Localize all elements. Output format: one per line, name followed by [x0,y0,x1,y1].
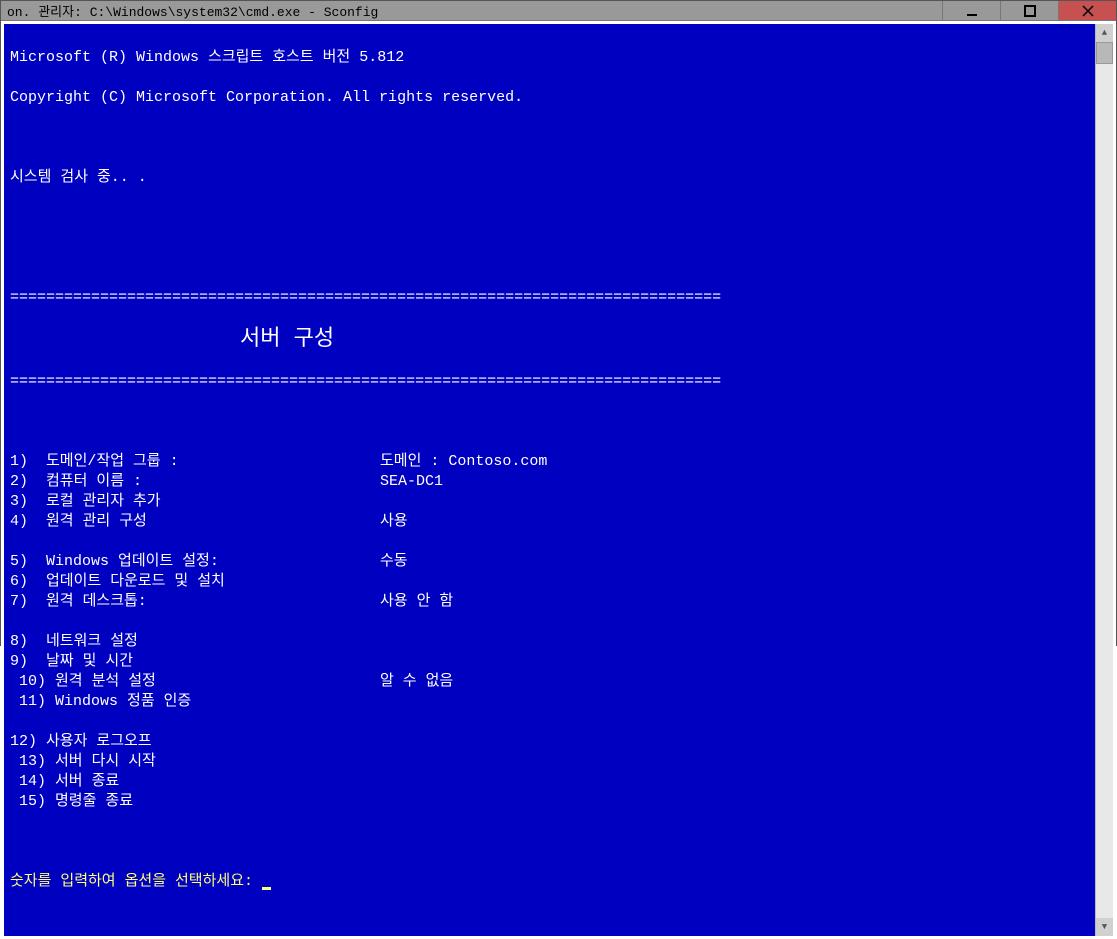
menu-item [10,532,1089,552]
scroll-up-arrow[interactable]: ▲ [1096,24,1113,42]
menu-item-value: 알 수 없음 [380,672,453,692]
menu-item: 5) Windows 업데이트 설정:수동 [10,552,1089,572]
menu-item-label: 8) 네트워크 설정 [10,632,380,652]
menu-item-label: 15) 명령줄 종료 [10,792,380,812]
menu-item [10,712,1089,732]
menu-item: 7) 원격 데스크톱:사용 안 함 [10,592,1089,612]
divider-top: ========================================… [10,288,1089,308]
menu-item: 3) 로컬 관리자 추가 [10,492,1089,512]
menu-item: 13) 서버 다시 시작 [10,752,1089,772]
menu-item-label: 11) Windows 정품 인증 [10,692,380,712]
menu-item-label: 3) 로컬 관리자 추가 [10,492,380,512]
content-area: Microsoft (R) Windows 스크립트 호스트 버전 5.812 … [1,21,1116,939]
menu-item-label: 6) 업데이트 다운로드 및 설치 [10,572,380,592]
menu-item-value: SEA-DC1 [380,472,443,492]
close-button[interactable] [1058,1,1116,20]
menu-item: 8) 네트워크 설정 [10,632,1089,652]
scroll-down-arrow[interactable]: ▼ [1096,918,1113,936]
cmd-window: on. 관리자: C:\Windows\system32\cmd.exe - S… [0,0,1117,646]
menu-item-label: 5) Windows 업데이트 설정: [10,552,380,572]
menu-item-label: 7) 원격 데스크톱: [10,592,380,612]
section-title: 서버 구성 [10,328,1089,352]
blank-line [10,128,1089,148]
blank-line [10,208,1089,228]
menu-item-label: 10) 원격 분석 설정 [10,672,380,692]
scroll-track[interactable] [1096,42,1113,918]
menu-item-label: 4) 원격 관리 구성 [10,512,380,532]
menu-item-label: 2) 컴퓨터 이름 : [10,472,380,492]
menu-item [10,612,1089,632]
menu-item: 4) 원격 관리 구성사용 [10,512,1089,532]
menu-item: 10) 원격 분석 설정알 수 없음 [10,672,1089,692]
titlebar[interactable]: on. 관리자: C:\Windows\system32\cmd.exe - S… [1,1,1116,21]
scroll-thumb[interactable] [1096,42,1113,64]
minimize-button[interactable] [942,1,1000,20]
menu-item: 14) 서버 종료 [10,772,1089,792]
window-controls [942,1,1116,20]
status-line: 시스템 검사 중.. . [10,168,1089,188]
input-prompt: 숫자를 입력하여 옵션을 선택하세요: [10,872,1089,892]
menu-item-value: 수동 [380,552,408,572]
copyright-line: Copyright (C) Microsoft Corporation. All… [10,88,1089,108]
menu-item: 15) 명령줄 종료 [10,792,1089,812]
menu-item-value: 사용 안 함 [380,592,453,612]
menu-item: 2) 컴퓨터 이름 :SEA-DC1 [10,472,1089,492]
menu-item: 9) 날짜 및 시간 [10,652,1089,672]
menu-item-label: 9) 날짜 및 시간 [10,652,380,672]
blank-line [10,412,1089,432]
vertical-scrollbar[interactable]: ▲ ▼ [1095,24,1113,936]
blank-line [10,832,1089,852]
divider-bottom: ========================================… [10,372,1089,392]
menu-item: 12) 사용자 로그오프 [10,732,1089,752]
menu-item-label: 12) 사용자 로그오프 [10,732,380,752]
menu-item: 6) 업데이트 다운로드 및 설치 [10,572,1089,592]
maximize-button[interactable] [1000,1,1058,20]
cursor [262,887,271,890]
window-title: on. 관리자: C:\Windows\system32\cmd.exe - S… [1,1,942,20]
menu-item: 1) 도메인/작업 그룹 :도메인 : Contoso.com [10,452,1089,472]
menu-item: 11) Windows 정품 인증 [10,692,1089,712]
menu-item-label: 13) 서버 다시 시작 [10,752,380,772]
blank-line [10,248,1089,268]
menu-item-value: 사용 [380,512,408,532]
console-output[interactable]: Microsoft (R) Windows 스크립트 호스트 버전 5.812 … [4,24,1095,936]
menu-item-label: 1) 도메인/작업 그룹 : [10,452,380,472]
menu-list: 1) 도메인/작업 그룹 :도메인 : Contoso.com2) 컴퓨터 이름… [10,452,1089,812]
script-host-header: Microsoft (R) Windows 스크립트 호스트 버전 5.812 [10,48,1089,68]
menu-item-value: 도메인 : Contoso.com [380,452,547,472]
menu-item-label: 14) 서버 종료 [10,772,380,792]
